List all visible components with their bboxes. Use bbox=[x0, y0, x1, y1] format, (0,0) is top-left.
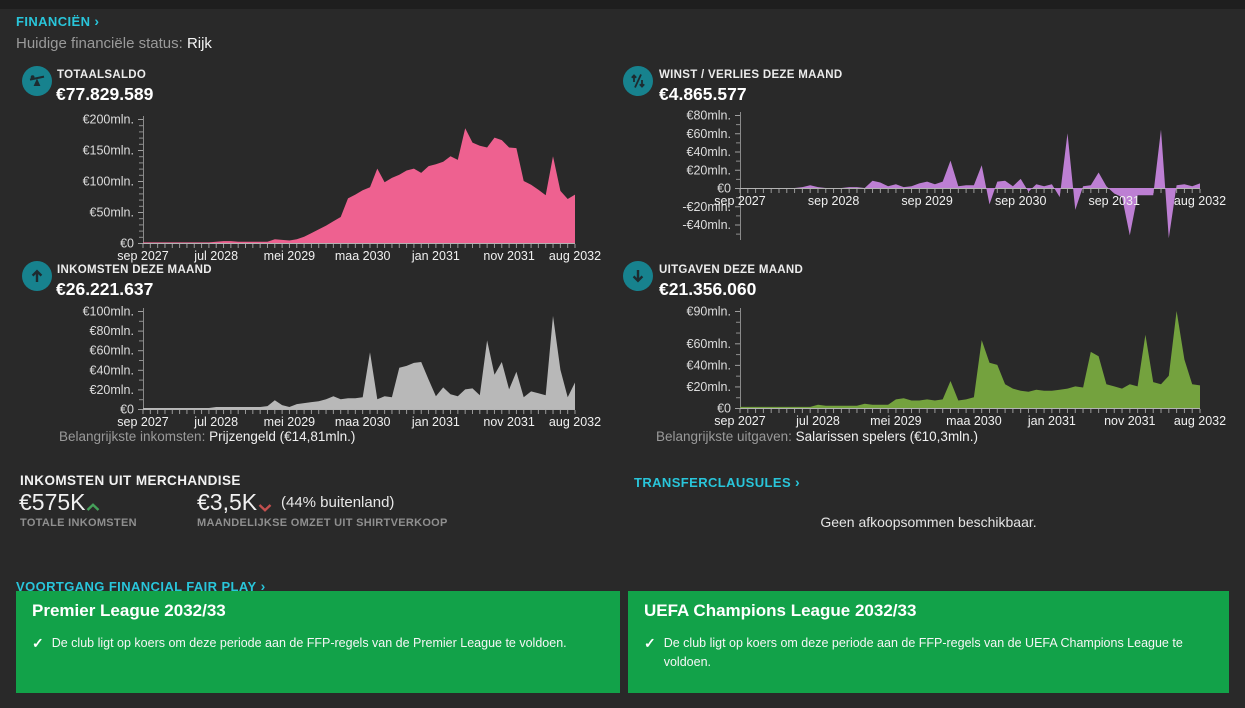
svg-text:mei 2029: mei 2029 bbox=[264, 249, 315, 263]
merchandise-total-label: TOTALE INKOMSTEN bbox=[20, 517, 137, 529]
svg-text:€50mln.: €50mln. bbox=[90, 206, 134, 220]
inkomsten-value: €26.221.637 bbox=[56, 279, 153, 300]
check-icon: ✓ bbox=[32, 634, 44, 652]
svg-text:sep 2027: sep 2027 bbox=[117, 415, 168, 429]
chevron-up-icon bbox=[86, 499, 100, 517]
svg-text:€20mln.: €20mln. bbox=[687, 163, 731, 177]
svg-text:maa 2030: maa 2030 bbox=[335, 249, 391, 263]
financien-header-link[interactable]: FINANCIËN › bbox=[16, 13, 99, 29]
uitgaven-chart: €90mln.€60mln.€40mln.€20mln.€0sep 2027ju… bbox=[650, 303, 1235, 471]
financial-status-label: Huidige financiële status: bbox=[16, 35, 183, 52]
svg-text:aug 2032: aug 2032 bbox=[549, 415, 601, 429]
balance-icon bbox=[22, 66, 52, 96]
merchandise-title: INKOMSTEN UIT MERCHANDISE bbox=[20, 473, 241, 488]
svg-text:sep 2027: sep 2027 bbox=[117, 249, 168, 263]
profit-loss-icon bbox=[623, 66, 653, 96]
top-income-caption-value: Prijzengeld (€14,81mln.) bbox=[209, 429, 355, 444]
svg-text:aug 2032: aug 2032 bbox=[1174, 194, 1226, 208]
svg-text:€200mln.: €200mln. bbox=[83, 113, 134, 127]
merchandise-foreign-note: (44% buitenland) bbox=[281, 494, 394, 511]
top-income-caption: Belangrijkste inkomsten: Prijzengeld (€1… bbox=[59, 429, 355, 444]
inkomsten-chart: €100mln.€80mln.€60mln.€40mln.€20mln.€0se… bbox=[55, 303, 610, 471]
ffp-panel-champions-league: UEFA Champions League 2032/33 ✓ De club … bbox=[628, 591, 1229, 693]
svg-text:jan 2031: jan 2031 bbox=[411, 415, 460, 429]
svg-text:aug 2032: aug 2032 bbox=[549, 249, 601, 263]
financial-status-value: Rijk bbox=[187, 35, 212, 52]
financien-title: FINANCIËN bbox=[16, 14, 90, 29]
check-icon: ✓ bbox=[644, 634, 656, 652]
svg-text:sep 2031: sep 2031 bbox=[1088, 194, 1139, 208]
svg-text:sep 2029: sep 2029 bbox=[901, 194, 952, 208]
financial-status-line: Huidige financiële status: Rijk bbox=[16, 35, 212, 52]
svg-text:sep 2030: sep 2030 bbox=[995, 194, 1046, 208]
svg-text:sep 2028: sep 2028 bbox=[808, 194, 859, 208]
svg-text:€20mln.: €20mln. bbox=[687, 380, 731, 394]
winst-verlies-value: €4.865.577 bbox=[659, 84, 747, 105]
inkomsten-label: INKOMSTEN DEZE MAAND bbox=[57, 264, 212, 276]
merchandise-shirt-label: MAANDELIJKSE OMZET UIT SHIRTVERKOOP bbox=[197, 517, 448, 529]
winst-verlies-chart: €80mln.€60mln.€40mln.€20mln.€0-€20mln.-€… bbox=[650, 108, 1235, 258]
merchandise-shirt-value: €3,5K bbox=[197, 489, 257, 516]
svg-text:€80mln.: €80mln. bbox=[687, 109, 731, 123]
svg-text:€80mln.: €80mln. bbox=[90, 324, 134, 338]
totaalsaldo-chart: €200mln.€150mln.€100mln.€50mln.€0sep 202… bbox=[55, 110, 610, 270]
svg-text:€60mln.: €60mln. bbox=[90, 344, 134, 358]
svg-text:jan 2031: jan 2031 bbox=[1027, 414, 1076, 428]
svg-text:€40mln.: €40mln. bbox=[687, 145, 731, 159]
svg-text:€20mln.: €20mln. bbox=[90, 383, 134, 397]
chevron-right-icon: › bbox=[795, 474, 800, 490]
transferclausules-header-link[interactable]: TRANSFERCLAUSULES › bbox=[634, 474, 800, 490]
merchandise-total-value: €575K bbox=[19, 489, 86, 516]
uitgaven-value: €21.356.060 bbox=[659, 279, 756, 300]
top-expense-caption-label: Belangrijkste uitgaven: bbox=[656, 429, 792, 444]
svg-text:nov 2031: nov 2031 bbox=[483, 415, 534, 429]
svg-text:€40mln.: €40mln. bbox=[687, 358, 731, 372]
svg-text:maa 2030: maa 2030 bbox=[335, 415, 391, 429]
svg-text:mei 2029: mei 2029 bbox=[870, 414, 921, 428]
svg-text:maa 2030: maa 2030 bbox=[946, 414, 1002, 428]
svg-text:€60mln.: €60mln. bbox=[687, 127, 731, 141]
ffp-panel-title: UEFA Champions League 2032/33 bbox=[628, 591, 1229, 621]
ffp-panel-premier-league: Premier League 2032/33 ✓ De club ligt op… bbox=[16, 591, 620, 693]
svg-text:jul 2028: jul 2028 bbox=[193, 415, 238, 429]
svg-text:jul 2028: jul 2028 bbox=[193, 249, 238, 263]
totaalsaldo-value: €77.829.589 bbox=[56, 84, 153, 105]
ffp-panel-text: De club ligt op koers om deze periode aa… bbox=[664, 634, 1210, 673]
svg-text:sep 2027: sep 2027 bbox=[714, 194, 765, 208]
arrow-down-icon bbox=[623, 261, 653, 291]
chevron-down-icon bbox=[258, 499, 272, 517]
ffp-panel-text: De club ligt op koers om deze periode aa… bbox=[52, 634, 567, 653]
chevron-right-icon: › bbox=[94, 13, 99, 29]
ffp-panel-title: Premier League 2032/33 bbox=[16, 591, 620, 621]
svg-text:mei 2029: mei 2029 bbox=[264, 415, 315, 429]
svg-text:nov 2031: nov 2031 bbox=[1104, 414, 1155, 428]
top-edge-strip bbox=[0, 0, 1245, 9]
svg-text:nov 2031: nov 2031 bbox=[483, 249, 534, 263]
top-expense-caption: Belangrijkste uitgaven: Salarissen spele… bbox=[656, 429, 978, 444]
svg-text:aug 2032: aug 2032 bbox=[1174, 414, 1226, 428]
totaalsaldo-label: TOTAALSALDO bbox=[57, 69, 146, 81]
svg-text:sep 2027: sep 2027 bbox=[714, 414, 765, 428]
winst-verlies-label: WINST / VERLIES DEZE MAAND bbox=[659, 69, 843, 81]
top-income-caption-label: Belangrijkste inkomsten: bbox=[59, 429, 205, 444]
transferclausules-title: TRANSFERCLAUSULES bbox=[634, 475, 791, 490]
svg-text:€40mln.: €40mln. bbox=[90, 363, 134, 377]
arrow-up-icon bbox=[22, 261, 52, 291]
uitgaven-label: UITGAVEN DEZE MAAND bbox=[659, 264, 803, 276]
svg-text:€100mln.: €100mln. bbox=[83, 305, 134, 319]
svg-text:jan 2031: jan 2031 bbox=[411, 249, 460, 263]
fm-finances-screen: { "colors": { "background": "#292929", "… bbox=[0, 0, 1245, 708]
no-clauses-text: Geen afkoopsommen beschikbaar. bbox=[628, 514, 1229, 530]
svg-text:jul 2028: jul 2028 bbox=[795, 414, 840, 428]
top-expense-caption-value: Salarissen spelers (€10,3mln.) bbox=[796, 429, 978, 444]
svg-text:€90mln.: €90mln. bbox=[687, 304, 731, 318]
svg-text:€60mln.: €60mln. bbox=[687, 337, 731, 351]
svg-text:€150mln.: €150mln. bbox=[83, 144, 134, 158]
svg-text:€100mln.: €100mln. bbox=[83, 175, 134, 189]
svg-text:-€40mln.: -€40mln. bbox=[682, 218, 731, 232]
